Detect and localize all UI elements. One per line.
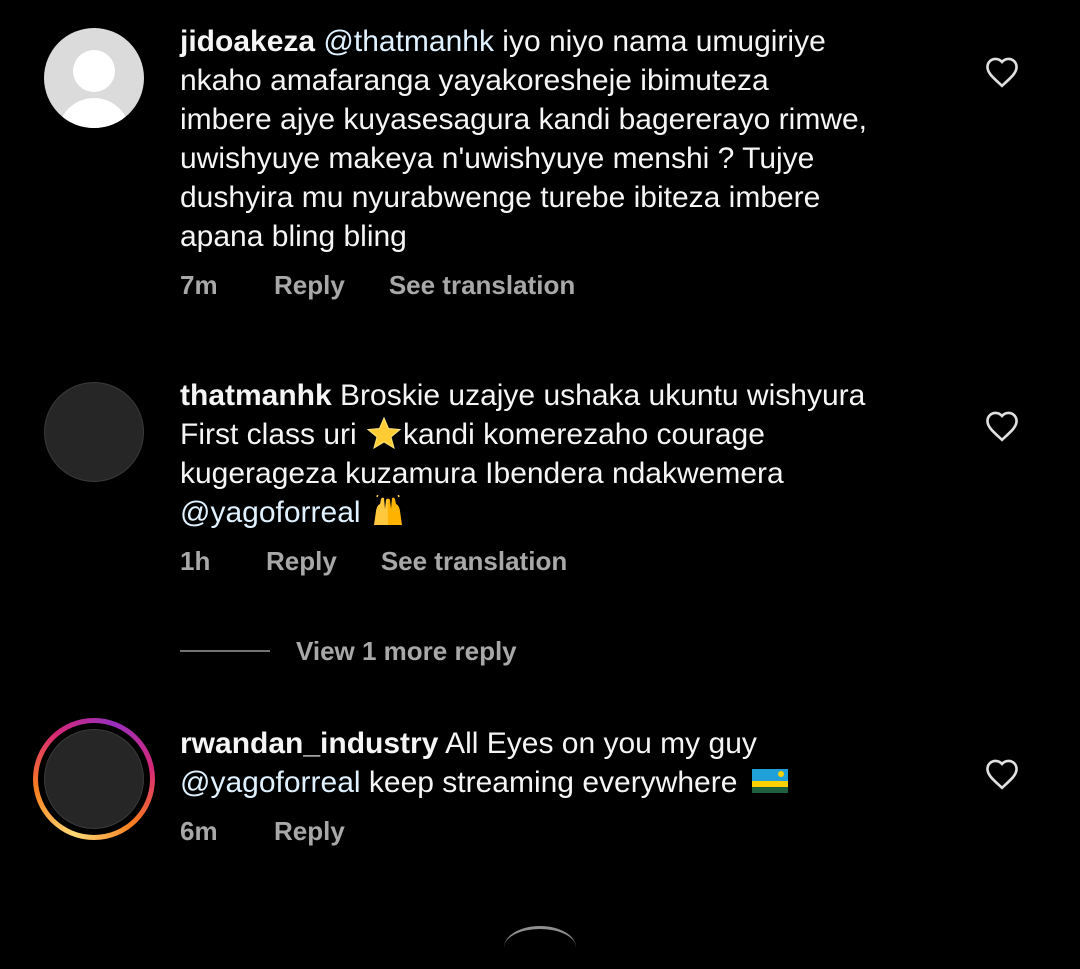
comment-body-part1: All Eyes on you my guy: [445, 727, 757, 760]
comment-time: 6m: [180, 816, 218, 846]
avatar[interactable]: [44, 382, 144, 482]
view-more-label: View 1 more reply: [296, 635, 517, 666]
like-heart-icon[interactable]: [984, 410, 1020, 442]
story-ring-avatar[interactable]: [33, 718, 155, 840]
glowing-star-emoji: [367, 417, 402, 449]
divider-line: [180, 650, 270, 652]
comment-body: iyo niyo nama umugiriye nkaho amafaranga…: [180, 25, 868, 253]
mention-link[interactable]: @yagoforreal: [180, 766, 361, 799]
reply-button[interactable]: Reply: [266, 546, 337, 577]
rwanda-flag-emoji: [751, 769, 788, 793]
like-heart-icon[interactable]: [984, 758, 1020, 790]
like-heart-icon[interactable]: [984, 56, 1020, 88]
see-translation-button[interactable]: See translation: [381, 546, 567, 577]
comment-username[interactable]: thatmanhk: [180, 379, 332, 412]
reply-button[interactable]: Reply: [274, 816, 345, 847]
comment-time: 1h: [180, 546, 211, 576]
avatar[interactable]: [44, 28, 144, 128]
view-more-replies-button[interactable]: View 1 more reply: [180, 633, 517, 669]
comment-text: thatmanhk Broskie uzajye ushaka ukuntu w…: [180, 376, 960, 532]
mention-link[interactable]: @yagoforreal: [180, 496, 361, 529]
comment-username[interactable]: jidoakeza: [180, 25, 315, 58]
comment-text: jidoakeza @thatmanhk iyo niyo nama umugi…: [180, 22, 960, 256]
default-avatar-icon: [73, 50, 115, 92]
comment-username[interactable]: rwandan_industry: [180, 727, 438, 760]
mention-link[interactable]: @thatmanhk: [323, 25, 494, 58]
loading-spinner-icon: [504, 926, 576, 969]
avatar: [44, 729, 144, 829]
comment-body-part2: keep streaming everywhere: [360, 766, 746, 799]
comment-time: 7m: [180, 270, 218, 300]
raising-hands-emoji: [373, 495, 402, 525]
see-translation-button[interactable]: See translation: [389, 270, 575, 301]
comment-text: rwandan_industry All Eyes on you my guy …: [180, 724, 960, 802]
reply-button[interactable]: Reply: [274, 270, 345, 301]
